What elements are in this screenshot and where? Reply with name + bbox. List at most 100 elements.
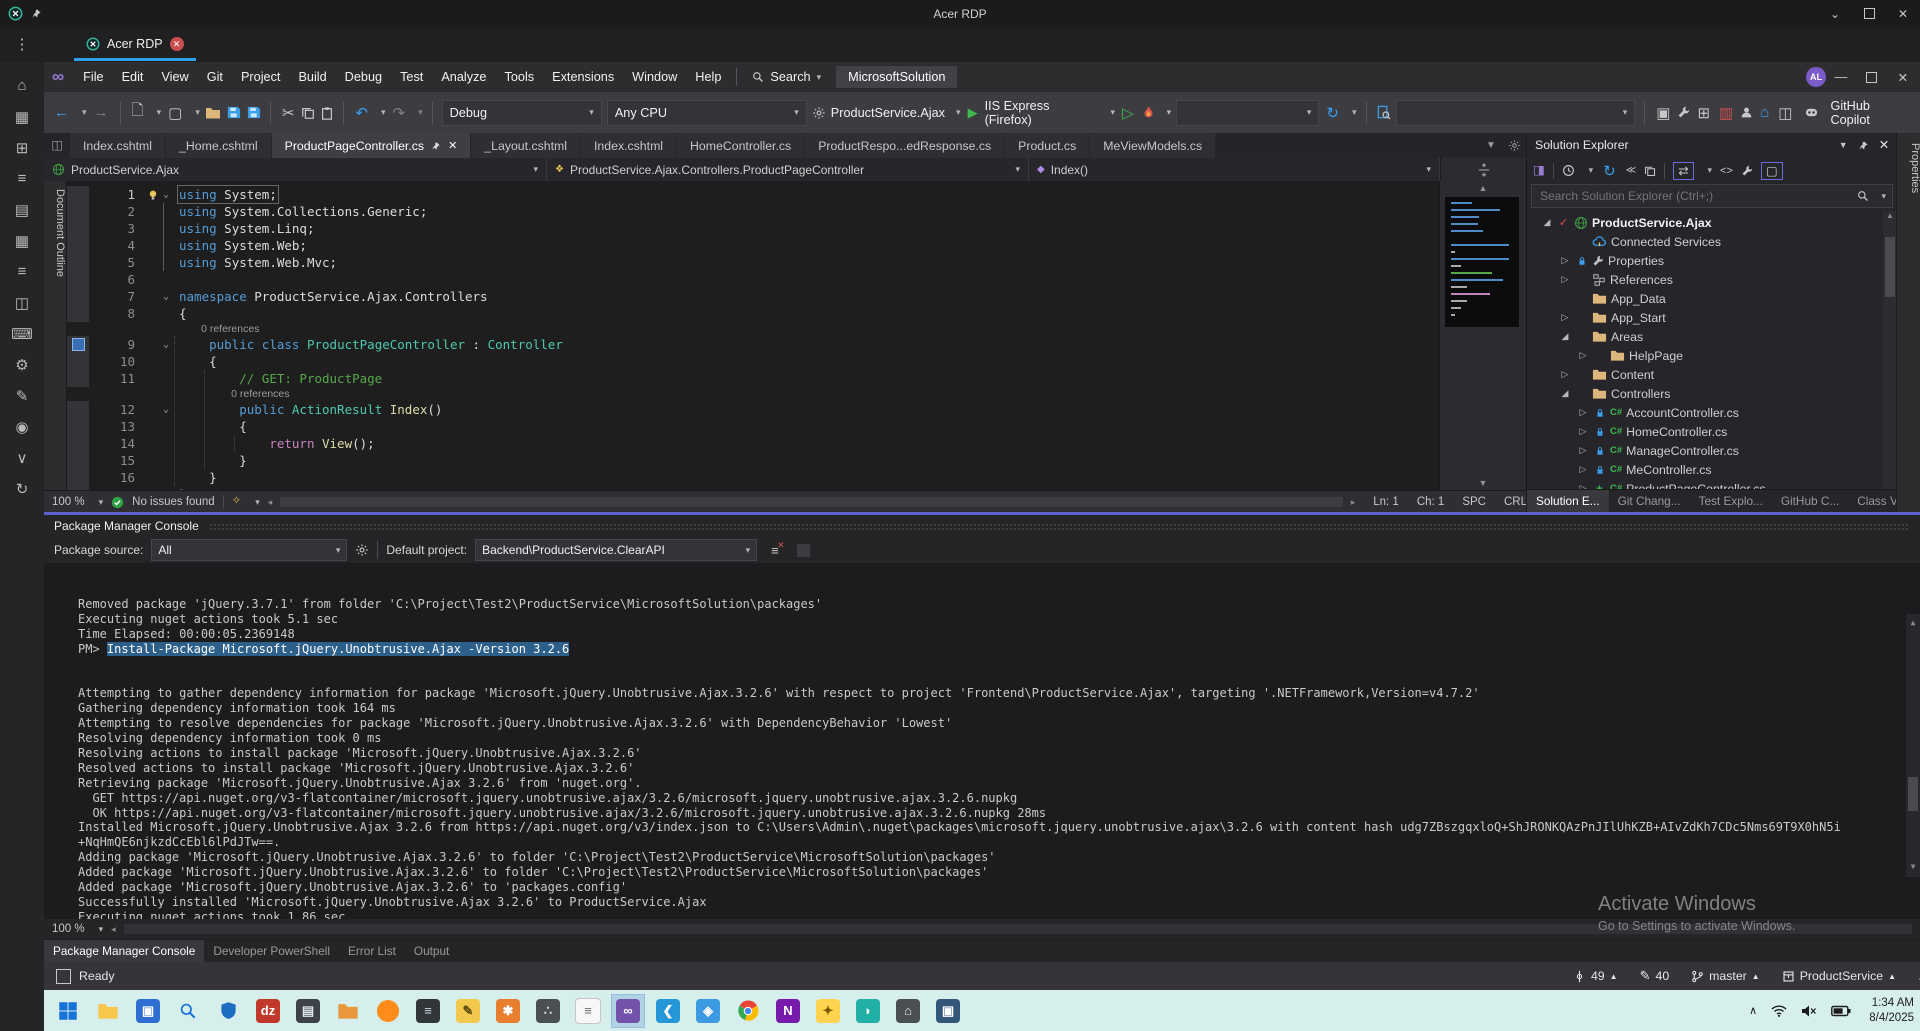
solution-explorer-tab-3[interactable]: GitHub C... [1772, 490, 1848, 512]
codelens-references[interactable]: 0 references [67, 322, 1439, 336]
code-line-5[interactable]: 5 using System.Web.Mvc; [67, 254, 1439, 271]
tab-options-gear-icon[interactable] [1502, 133, 1526, 158]
taskbar-icon-dev-tool-red[interactable]: dz [252, 995, 284, 1027]
run-without-debug-icon[interactable]: ▷ [1120, 104, 1136, 122]
menu-item-window[interactable]: Window [623, 62, 686, 92]
tree-arrow-icon[interactable]: ▷ [1577, 464, 1589, 475]
editor-zoom-level[interactable]: 100 % [52, 496, 85, 508]
tree-arrow-icon[interactable]: ▷ [1577, 407, 1589, 418]
tab-list-chevron-icon[interactable]: ▼ [1480, 133, 1502, 158]
document-outline-tab[interactable]: Document Outline [44, 181, 67, 490]
menu-item-file[interactable]: File [74, 62, 112, 92]
code-line-15[interactable]: 15 } [67, 452, 1439, 469]
taskbar-icon-visual-studio[interactable]: ∞ [611, 993, 645, 1028]
panel-grip[interactable] [208, 522, 1910, 530]
find-in-files-icon[interactable] [1376, 105, 1391, 120]
taskbar-icon-firefox[interactable] [372, 995, 404, 1027]
new-project-icon[interactable]: 🗋 [130, 100, 146, 125]
menu-item-help[interactable]: Help [686, 62, 730, 92]
sidebar-outline-list-icon[interactable]: ≡ [0, 163, 44, 194]
rdp-session-tab[interactable]: Acer RDP ✕ [74, 27, 196, 61]
refresh-icon[interactable]: ↻ [1324, 104, 1341, 122]
view-code-icon[interactable]: <> [1720, 165, 1733, 177]
code-line-10[interactable]: 10 { [67, 353, 1439, 370]
undo-icon[interactable]: ↶ [353, 104, 370, 122]
console-tab-developer-powershell[interactable]: Developer PowerShell [204, 940, 339, 962]
taskbar-icon-utility-dark[interactable]: ∴ [532, 995, 564, 1027]
code-line-6[interactable]: 6 [67, 271, 1439, 288]
codelens-references[interactable]: 0 references [67, 387, 1439, 401]
toolbox-icon[interactable]: ▥ [1717, 104, 1735, 122]
clear-console-icon[interactable]: ≡ ✕ [771, 540, 785, 557]
github-copilot-icon[interactable] [1804, 105, 1819, 120]
solution-explorer-tab-1[interactable]: Git Chang... [1609, 490, 1690, 512]
scroll-down-icon[interactable]: ▼ [1440, 478, 1526, 488]
package-source-settings-icon[interactable] [355, 543, 369, 557]
window-maximize-button[interactable] [1852, 0, 1886, 27]
tree-item-app-start[interactable]: ▷ App_Start [1527, 308, 1897, 327]
vs-maximize-button[interactable] [1856, 71, 1886, 83]
tree-arrow-icon[interactable]: ◢ [1541, 217, 1553, 228]
tree-item-productservice-ajax[interactable]: ◢ ✓ ProductService.Ajax [1527, 213, 1897, 232]
search-control[interactable]: Search ▾ [743, 62, 830, 92]
menu-item-analyze[interactable]: Analyze [432, 62, 495, 92]
run-target-button[interactable]: IIS Express (Firefox) [985, 99, 1100, 127]
tree-arrow-icon[interactable]: ◢ [1559, 331, 1571, 342]
tab-pin-icon[interactable] [431, 141, 441, 151]
code-line-12[interactable]: 12 ⌄ public ActionResult Index() [67, 401, 1439, 418]
taskbar-clock[interactable]: 1:34 AM 8/4/2025 [1869, 996, 1914, 1026]
save-all-icon[interactable] [246, 105, 261, 120]
editor-split-handle[interactable] [1440, 158, 1527, 181]
menu-item-extensions[interactable]: Extensions [543, 62, 623, 92]
document-tab-7[interactable]: Product.cs [1005, 133, 1090, 158]
window-chevron-button[interactable]: ⌄ [1818, 0, 1852, 27]
pending-edits-button[interactable]: ✎ 40 [1640, 968, 1670, 984]
sidebar-settings-gear-icon[interactable]: ⚙ [0, 349, 44, 380]
panel-pin-icon[interactable] [1858, 140, 1869, 151]
taskbar-icon-chrome[interactable] [732, 995, 764, 1027]
code-line-9[interactable]: 9 ⌄ public class ProductPageController : … [67, 336, 1439, 353]
code-line-3[interactable]: 3 using System.Linq; [67, 220, 1439, 237]
hscroll-left-icon[interactable]: ◂ [268, 497, 273, 508]
tab-close-icon[interactable]: ✕ [448, 139, 457, 152]
code-line-1[interactable]: 1 ⌄ using System; [67, 185, 1439, 204]
tree-item-content[interactable]: ▷ Content [1527, 365, 1897, 384]
taskbar-icon-bee-app[interactable]: ✦ [812, 995, 844, 1027]
breadcrumb-segment-0[interactable]: ProductService.Ajax ▾ [44, 158, 547, 181]
avatar[interactable]: AL [1806, 67, 1826, 87]
tree-item-references[interactable]: ▷ References [1527, 270, 1897, 289]
document-tab-3[interactable]: _Layout.cshtml [471, 133, 581, 158]
sidebar-home-icon[interactable]: ⌂ [0, 70, 44, 101]
horizontal-scrollbar[interactable] [280, 497, 1343, 507]
tree-arrow-icon[interactable]: ▷ [1559, 369, 1571, 380]
taskbar-icon-notepad[interactable]: ≡ [572, 995, 604, 1027]
document-tab-8[interactable]: MeViewModels.cs [1090, 133, 1216, 158]
fold-marker[interactable]: ⌄ [163, 291, 179, 302]
open-folder-icon[interactable] [205, 105, 221, 121]
document-tab-5[interactable]: HomeController.cs [677, 133, 805, 158]
menu-item-edit[interactable]: Edit [113, 62, 153, 92]
menu-item-test[interactable]: Test [391, 62, 432, 92]
code-line-4[interactable]: 4 using System.Web; [67, 237, 1439, 254]
sidebar-display-grid-icon[interactable]: ▦ [0, 101, 44, 132]
code-line-2[interactable]: 2 using System.Collections.Generic; [67, 203, 1439, 220]
package-source-dropdown[interactable]: All ▾ [151, 539, 348, 561]
repository-button[interactable]: ProductService ▲ [1782, 969, 1896, 983]
pending-changes-filter-icon[interactable] [1562, 164, 1575, 177]
tree-arrow-icon[interactable]: ◢ [1559, 388, 1571, 399]
code-line-16[interactable]: 16 } [67, 469, 1439, 486]
sidebar-detail-list-icon[interactable]: ▤ [0, 194, 44, 225]
menu-item-debug[interactable]: Debug [336, 62, 391, 92]
document-tab-4[interactable]: Index.cshtml [581, 133, 677, 158]
taskbar-icon-editor-yellow[interactable]: ✎ [452, 995, 484, 1027]
profile-dropdown[interactable]: ▾ [1176, 99, 1320, 126]
battery-icon[interactable] [1831, 1005, 1851, 1017]
minimap[interactable] [1445, 197, 1519, 327]
platform-dropdown[interactable]: Any CPU ▾ [606, 99, 807, 126]
tree-item-mecontroller-cs[interactable]: ▷ C# MeController.cs [1527, 460, 1897, 479]
solution-search-input[interactable] [1538, 188, 1852, 204]
stop-icon[interactable] [796, 543, 810, 557]
breadcrumb-segment-1[interactable]: ❖ ProductService.Ajax.Controllers.Produc… [547, 158, 1029, 181]
code-line-8[interactable]: 8{ [67, 305, 1439, 322]
window-layout-icon[interactable]: ◫ [1776, 104, 1794, 122]
